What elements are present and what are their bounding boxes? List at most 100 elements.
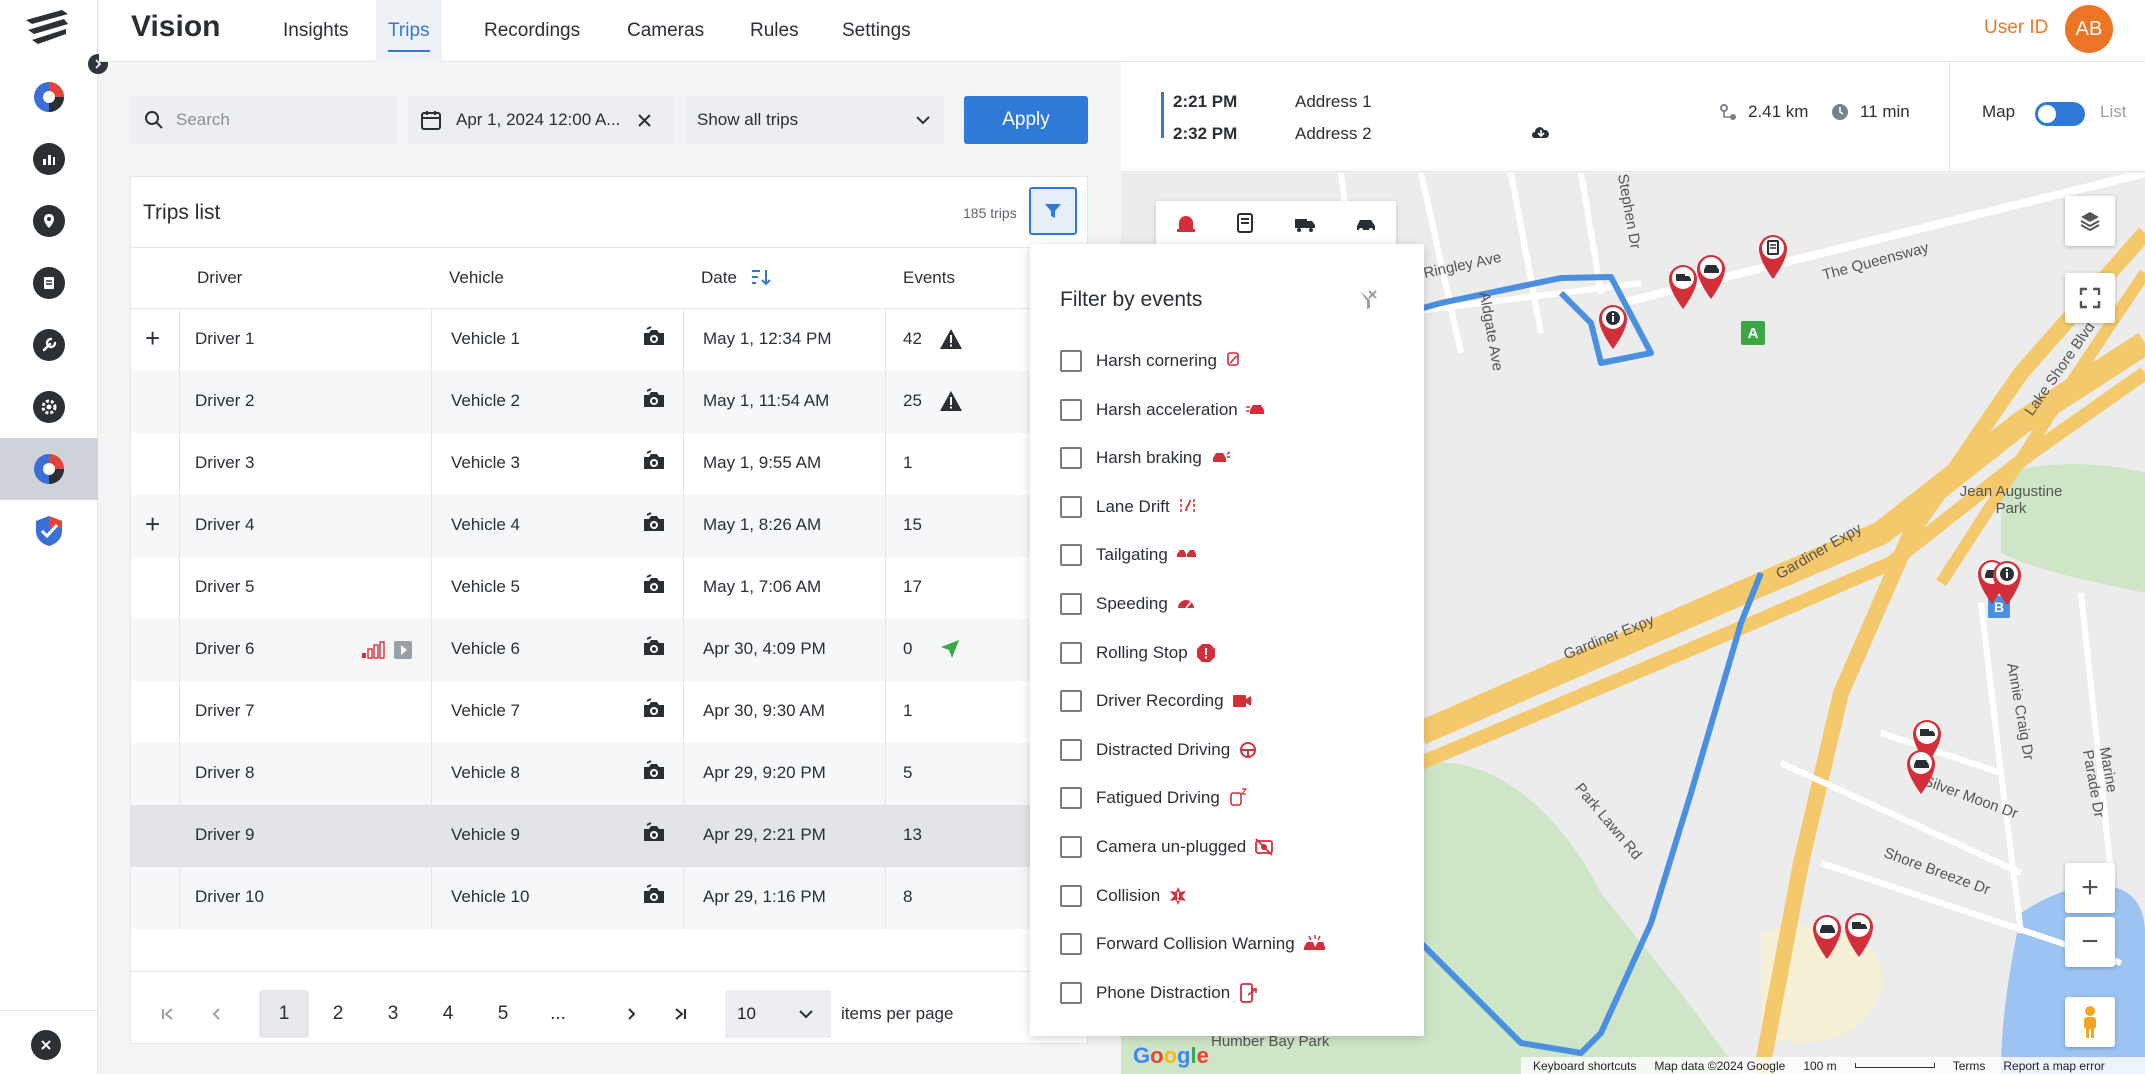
vehicle-name[interactable]: Vehicle 6 [451, 639, 520, 659]
event-pin-car[interactable] [1811, 913, 1843, 961]
dashcam-icon[interactable] [641, 325, 667, 349]
driver-name[interactable]: Driver 2 [195, 391, 255, 411]
event-filter-option[interactable]: Speeding [1060, 590, 1198, 618]
page-button-1[interactable]: 1 [259, 990, 309, 1038]
clear-date-icon[interactable] [638, 114, 651, 127]
avatar[interactable]: AB [2065, 5, 2113, 53]
event-filter-checkbox[interactable] [1060, 398, 1082, 421]
rail-item-vision[interactable] [0, 438, 98, 500]
driver-name[interactable]: Driver 8 [195, 763, 255, 783]
table-row[interactable]: Driver 8 Vehicle 8 Apr 29, 9:20 PM 5 [131, 743, 1087, 805]
driver-name[interactable]: Driver 6 [195, 639, 255, 659]
driver-name[interactable]: Driver 3 [195, 453, 255, 473]
event-pin-car[interactable] [1905, 748, 1937, 796]
dashcam-icon[interactable] [641, 821, 667, 845]
page-ellipsis[interactable]: ... [533, 990, 583, 1038]
event-filter-checkbox[interactable] [1060, 690, 1082, 713]
expand-row-button[interactable]: + [145, 509, 160, 540]
page-button-5[interactable]: 5 [478, 990, 528, 1038]
keyboard-shortcuts-link[interactable]: Keyboard shortcuts [1533, 1059, 1636, 1073]
table-row[interactable]: Driver 10 Vehicle 10 Apr 29, 1:16 PM 8 [131, 867, 1087, 929]
event-pin-truck[interactable] [1843, 911, 1875, 959]
vehicle-name[interactable]: Vehicle 9 [451, 825, 520, 845]
event-filter-button[interactable] [1029, 187, 1077, 235]
car-icon[interactable] [1353, 211, 1379, 235]
rail-item-documents[interactable] [0, 252, 98, 314]
dashcam-icon[interactable] [641, 511, 667, 535]
dashcam-icon[interactable] [641, 697, 667, 721]
vehicle-name[interactable]: Vehicle 8 [451, 763, 520, 783]
event-filter-checkbox[interactable] [1060, 350, 1082, 372]
event-filter-checkbox[interactable] [1060, 738, 1082, 761]
rail-item-dashboard[interactable] [0, 128, 98, 190]
vehicle-name[interactable]: Vehicle 7 [451, 701, 520, 721]
event-filter-option[interactable]: Phone Distraction [1060, 979, 1260, 1007]
event-filter-checkbox[interactable] [1060, 787, 1082, 810]
dashcam-icon[interactable] [641, 449, 667, 473]
zoom-out-button[interactable]: − [2065, 917, 2115, 967]
column-header-events[interactable]: Events [903, 268, 955, 288]
search-input[interactable]: Search [130, 96, 397, 144]
view-toggle-switch[interactable] [2035, 102, 2085, 126]
event-filter-checkbox[interactable] [1060, 836, 1082, 858]
dashcam-icon[interactable] [641, 759, 667, 783]
event-filter-checkbox[interactable] [1060, 981, 1082, 1004]
page-button-2[interactable]: 2 [313, 990, 363, 1038]
event-filter-option[interactable]: Harsh acceleration [1060, 396, 1268, 424]
map-layers-button[interactable] [2065, 196, 2115, 246]
clear-filter-icon[interactable] [1356, 288, 1380, 312]
report-map-error-link[interactable]: Report a map error [2003, 1059, 2104, 1073]
app-logo[interactable] [22, 6, 72, 50]
dashcam-icon[interactable] [641, 573, 667, 597]
event-filter-option[interactable]: Rolling Stop [1060, 639, 1218, 667]
event-filter-checkbox[interactable] [1060, 641, 1082, 664]
cloud-download-icon[interactable] [1530, 122, 1552, 142]
event-pin-info[interactable] [1597, 303, 1629, 351]
tab-cameras[interactable]: Cameras [615, 0, 716, 62]
event-pin-info[interactable] [1991, 559, 2023, 607]
tab-insights[interactable]: Insights [271, 0, 360, 62]
event-filter-option[interactable]: Driver Recording [1060, 687, 1254, 715]
rail-item-safety[interactable] [0, 500, 98, 562]
column-header-driver[interactable]: Driver [197, 268, 242, 288]
truck-icon[interactable] [1292, 211, 1318, 235]
event-filter-option[interactable]: Harsh braking [1060, 444, 1232, 472]
table-row[interactable]: Driver 7 Vehicle 7 Apr 30, 9:30 AM 1 [131, 681, 1087, 743]
event-filter-checkbox[interactable] [1060, 593, 1082, 615]
vehicle-name[interactable]: Vehicle 4 [451, 515, 520, 535]
table-row[interactable]: Driver 5 Vehicle 5 May 1, 7:06 AM 17 [131, 557, 1087, 619]
dashcam-icon[interactable] [641, 883, 667, 907]
driver-name[interactable]: Driver 9 [195, 825, 255, 845]
table-row[interactable]: Driver 2 Vehicle 2 May 1, 11:54 AM 25 [131, 371, 1087, 433]
event-filter-checkbox[interactable] [1060, 495, 1082, 518]
page-button-3[interactable]: 3 [368, 990, 418, 1038]
event-filter-checkbox[interactable] [1060, 884, 1082, 907]
play-icon[interactable] [393, 640, 413, 660]
vehicle-name[interactable]: Vehicle 3 [451, 453, 520, 473]
page-button-4[interactable]: 4 [423, 990, 473, 1038]
list-view-label[interactable]: List [2100, 102, 2126, 122]
date-range-picker[interactable]: Apr 1, 2024 12:00 A... [408, 96, 673, 144]
rail-item-settings[interactable] [0, 376, 98, 438]
vehicle-name[interactable]: Vehicle 10 [451, 887, 529, 907]
table-row[interactable]: Driver 3 Vehicle 3 May 1, 9:55 AM 1 [131, 433, 1087, 495]
close-icon[interactable] [31, 1030, 61, 1060]
items-per-page-select[interactable]: 10 [725, 990, 831, 1038]
table-row[interactable]: Driver 6 Vehicle 6 Apr 30, 4:09 PM 0 [131, 619, 1087, 681]
driver-name[interactable]: Driver 5 [195, 577, 255, 597]
table-row[interactable]: Driver 9 Vehicle 9 Apr 29, 2:21 PM 13 [131, 805, 1087, 867]
last-page-button[interactable] [655, 990, 705, 1038]
event-pin-device[interactable] [1757, 233, 1789, 281]
user-id-link[interactable]: User ID [1984, 17, 2048, 39]
event-filter-option[interactable]: Harsh cornering [1060, 347, 1247, 375]
driver-name[interactable]: Driver 7 [195, 701, 255, 721]
event-filter-option[interactable]: Distracted Driving [1060, 736, 1260, 764]
event-filter-option[interactable]: Fatigued Driving [1060, 784, 1250, 812]
first-page-button[interactable] [143, 990, 193, 1038]
rail-item-locations[interactable] [0, 190, 98, 252]
table-row[interactable]: + Driver 4 Vehicle 4 May 1, 8:26 AM 15 [131, 495, 1087, 557]
rail-item-maintenance[interactable] [0, 314, 98, 376]
event-filter-checkbox[interactable] [1060, 447, 1082, 470]
driver-name[interactable]: Driver 10 [195, 887, 264, 907]
map-scale[interactable]: 100 m [1803, 1059, 1836, 1073]
